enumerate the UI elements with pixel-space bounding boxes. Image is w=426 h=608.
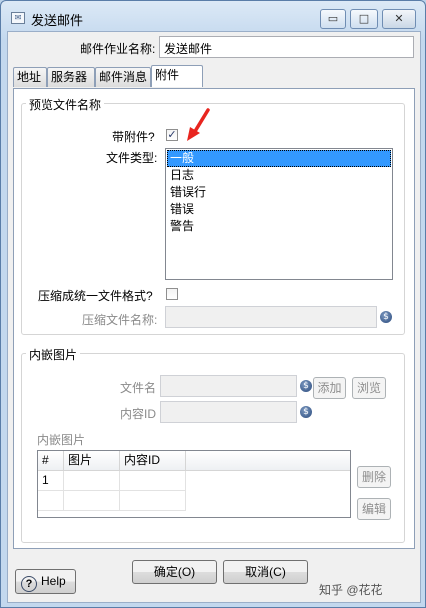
preview-group-title: 预览文件名称 (26, 96, 105, 113)
zip-name-input[interactable] (165, 306, 377, 328)
help-label: Help (41, 574, 66, 588)
mail-icon: ✉ (11, 12, 25, 24)
maximize-icon: □ (358, 12, 370, 25)
maximize-button[interactable]: □ (350, 9, 378, 29)
close-icon: ✕ (394, 12, 404, 25)
job-name-label: 邮件作业名称: (80, 42, 156, 56)
attachments-tab-panel: 预览文件名称 带附件? ✓ 文件类型: 一般 日志 错误行 错误 警告 压缩成统… (13, 88, 415, 549)
file-type-option[interactable]: 警告 (167, 218, 391, 235)
file-type-option[interactable]: 错误 (167, 201, 391, 218)
table-header-image[interactable]: 图片 (64, 451, 120, 471)
tab-attachments[interactable]: 附件 (151, 65, 203, 87)
table-cell-empty (64, 491, 120, 511)
ok-button[interactable]: 确定(O) (132, 560, 217, 584)
file-type-option[interactable]: 错误行 (167, 184, 391, 201)
embedded-images-table[interactable]: # 图片 内容ID 1 (37, 450, 351, 518)
minimize-button[interactable]: ▭ (320, 9, 346, 29)
tab-address[interactable]: 地址 (13, 67, 47, 87)
variable-icon[interactable]: $ (300, 406, 312, 418)
job-name-input[interactable]: 发送邮件 (159, 36, 414, 58)
dialog-window: ✉ 发送邮件 ▭ □ ✕ 邮件作业名称: 发送邮件 地址 服务器 邮件消息 附件… (0, 0, 426, 608)
compress-checkbox[interactable] (166, 288, 178, 300)
title-bar[interactable]: ✉ 发送邮件 ▭ □ ✕ (1, 1, 425, 35)
help-icon: ? (21, 576, 37, 592)
zip-name-label: 压缩文件名称: (82, 313, 158, 327)
variable-icon[interactable]: $ (380, 311, 392, 323)
tab-server[interactable]: 服务器 (47, 67, 95, 87)
table-cell-content-id[interactable] (120, 471, 186, 491)
tab-strip: 地址 服务器 邮件消息 附件 (13, 65, 413, 89)
minimize-icon: ▭ (327, 12, 339, 25)
filename-label: 文件名 (120, 381, 157, 395)
embedded-grid-label: 内嵌图片 (37, 433, 86, 447)
filename-input[interactable] (160, 375, 297, 397)
watermark-text: 知乎 @花花 (319, 583, 383, 597)
check-mark-icon: ✓ (167, 128, 177, 141)
content-id-label: 内容ID (120, 407, 157, 421)
cancel-button[interactable]: 取消(C) (223, 560, 308, 584)
file-type-option[interactable]: 一般 (167, 150, 391, 167)
table-cell-image[interactable] (64, 471, 120, 491)
annotation-arrow-icon (187, 108, 210, 141)
table-cell-empty (120, 491, 186, 511)
table-row-empty (38, 491, 64, 511)
table-header-filler (186, 451, 350, 471)
table-header-index[interactable]: # (38, 451, 64, 471)
delete-button[interactable]: 删除 (357, 466, 391, 488)
content-id-input[interactable] (160, 401, 297, 423)
add-button[interactable]: 添加 (313, 377, 346, 399)
with-attachment-label: 带附件? (112, 130, 155, 144)
help-button[interactable]: ? Help (15, 569, 76, 594)
variable-icon[interactable]: $ (300, 380, 312, 392)
window-title: 发送邮件 (31, 13, 84, 28)
with-attachment-checkbox[interactable]: ✓ (166, 129, 178, 141)
close-button[interactable]: ✕ (382, 9, 416, 29)
dialog-client-area: 邮件作业名称: 发送邮件 地址 服务器 邮件消息 附件 预览文件名称 带附件? … (7, 31, 421, 603)
table-header-content-id[interactable]: 内容ID (120, 451, 186, 471)
file-type-option[interactable]: 日志 (167, 167, 391, 184)
compress-label: 压缩成统一文件格式? (38, 289, 153, 303)
file-type-label: 文件类型: (106, 151, 158, 165)
browse-button[interactable]: 浏览 (352, 377, 386, 399)
tab-email-message[interactable]: 邮件消息 (95, 67, 151, 87)
file-type-listbox[interactable]: 一般 日志 错误行 错误 警告 (165, 148, 393, 280)
table-row-index: 1 (38, 471, 64, 491)
edit-button[interactable]: 编辑 (357, 498, 391, 520)
embedded-group-title: 内嵌图片 (26, 346, 81, 363)
